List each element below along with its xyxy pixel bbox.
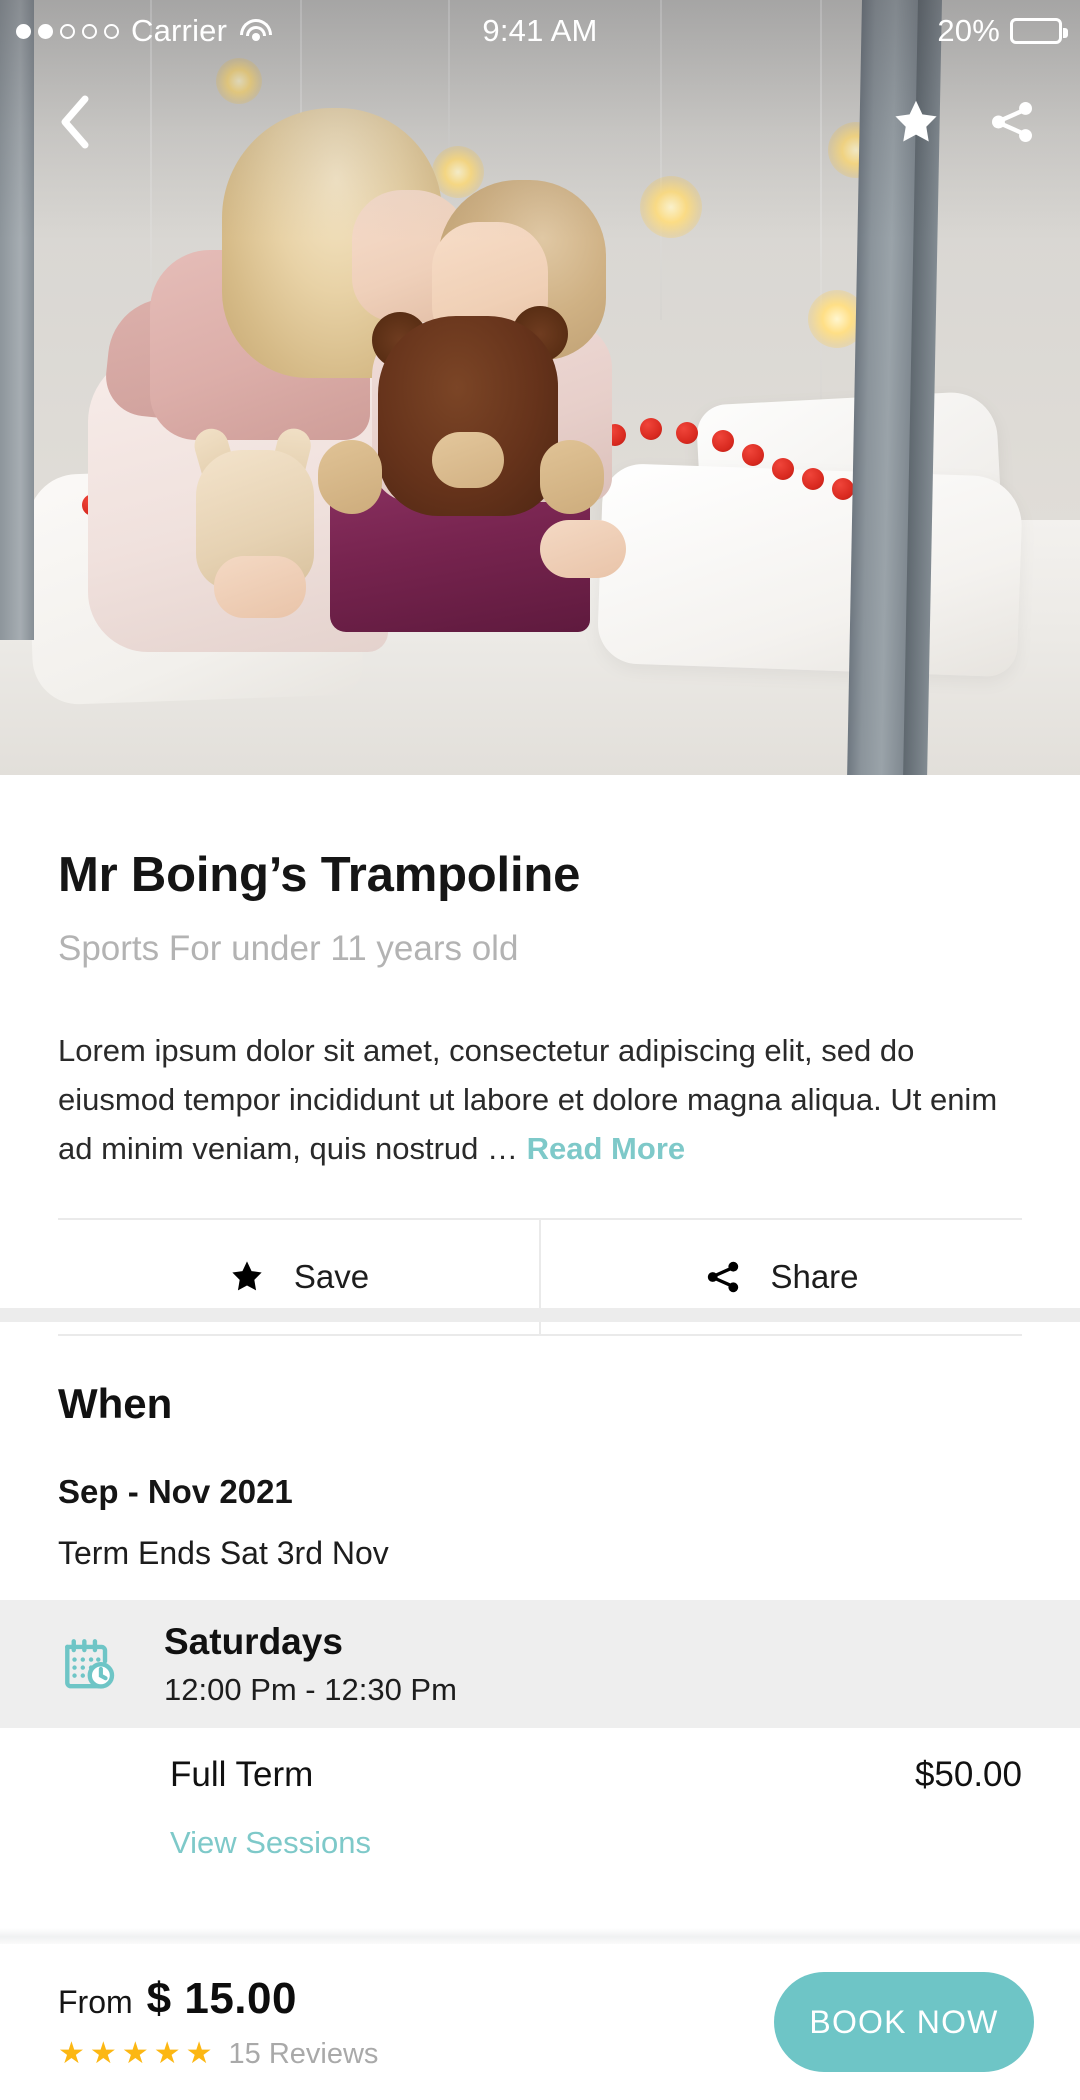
section-divider: [0, 1308, 1080, 1322]
from-label: From: [58, 1983, 133, 2020]
share-label: Share: [770, 1257, 859, 1295]
teddy-bear-snout: [432, 432, 504, 488]
when-date-range: Sep - Nov 2021: [58, 1473, 293, 1510]
pompom-trim: [832, 478, 854, 500]
share-button[interactable]: [984, 94, 1040, 150]
child-hand: [214, 556, 306, 618]
rating-stars: ★ ★ ★ ★ ★: [58, 2039, 213, 2069]
pricing-line: Full Term $50.00: [170, 1755, 1022, 1795]
status-bar-time: 9:41 AM: [482, 13, 598, 48]
hero-navigation: [0, 88, 1080, 158]
teddy-bear-paw: [540, 440, 604, 514]
price-summary: From $ 15.00 ★ ★ ★ ★ ★ 15 Reviews: [58, 1974, 378, 2071]
pompom-trim: [676, 422, 698, 444]
child-hand: [540, 520, 626, 578]
schedule-time: 12:00 Pm - 12:30 Pm: [164, 1672, 457, 1708]
schedule-text: Saturdays 12:00 Pm - 12:30 Pm: [164, 1620, 457, 1708]
schedule-row[interactable]: Saturdays 12:00 Pm - 12:30 Pm: [0, 1600, 1080, 1728]
back-button[interactable]: [46, 94, 102, 150]
page-title: Mr Boing’s Trampoline: [58, 848, 581, 902]
star-icon: ★: [58, 2037, 85, 2070]
star-icon: [232, 1261, 262, 1291]
pillow: [596, 462, 1024, 678]
save-label: Save: [293, 1257, 370, 1295]
star-icon: ★: [121, 2037, 149, 2070]
rating-line: ★ ★ ★ ★ ★ 15 Reviews: [58, 2038, 378, 2071]
book-now-button[interactable]: BOOK NOW: [774, 1972, 1034, 2072]
pricing-row: Full Term $50.00 View Sessions: [0, 1755, 1080, 1861]
pompom-trim: [742, 444, 764, 466]
from-amount: $ 15.00: [146, 1973, 297, 2023]
star-icon: ★: [185, 2037, 213, 2070]
activity-subtitle: Sports For under 11 years old: [58, 929, 519, 968]
share-icon: [708, 1261, 739, 1293]
activity-info: Mr Boing’s Trampoline Sports For under 1…: [0, 775, 1080, 1336]
pricing-label: Full Term: [170, 1755, 314, 1794]
star-icon: [895, 100, 937, 142]
calendar-clock-icon: [65, 1639, 115, 1689]
share-icon: [992, 102, 1032, 142]
chevron-left-icon: [61, 95, 89, 149]
pompom-trim: [640, 418, 662, 440]
reviews-count[interactable]: 15 Reviews: [229, 2038, 379, 2071]
pompom-trim: [712, 430, 734, 452]
when-heading: When: [58, 1380, 173, 1427]
teddy-bear-paw: [318, 440, 382, 514]
when-term-ends: Term Ends Sat 3rd Nov: [58, 1535, 389, 1571]
battery-icon: [1010, 18, 1068, 44]
battery-percent-label: 20%: [937, 13, 1000, 48]
status-bar: Carrier 9:41 AM 20%: [0, 0, 1080, 62]
view-sessions-link[interactable]: View Sessions: [170, 1825, 1022, 1861]
schedule-day: Saturdays: [164, 1620, 343, 1662]
status-bar-right: 20%: [937, 13, 1068, 49]
pompom-trim: [802, 468, 824, 490]
read-more-link[interactable]: Read More: [527, 1131, 685, 1166]
from-price-line: From $ 15.00: [58, 1974, 378, 2024]
favorite-button[interactable]: [888, 94, 944, 150]
activity-description: Lorem ipsum dolor sit amet, consectetur …: [58, 1027, 1022, 1174]
app-screen: Carrier 9:41 AM 20% Mr Boing’s Trampolin…: [0, 0, 1080, 2100]
star-icon: ★: [153, 2037, 181, 2070]
hero-actions: [888, 94, 1040, 150]
star-icon: ★: [89, 2037, 117, 2070]
pricing-value: $50.00: [914, 1755, 1022, 1794]
bottom-bar-separator: [0, 1928, 1080, 1944]
pompom-trim: [772, 458, 794, 480]
bottom-bar: From $ 15.00 ★ ★ ★ ★ ★ 15 Reviews BOOK NOW: [0, 1944, 1080, 2100]
